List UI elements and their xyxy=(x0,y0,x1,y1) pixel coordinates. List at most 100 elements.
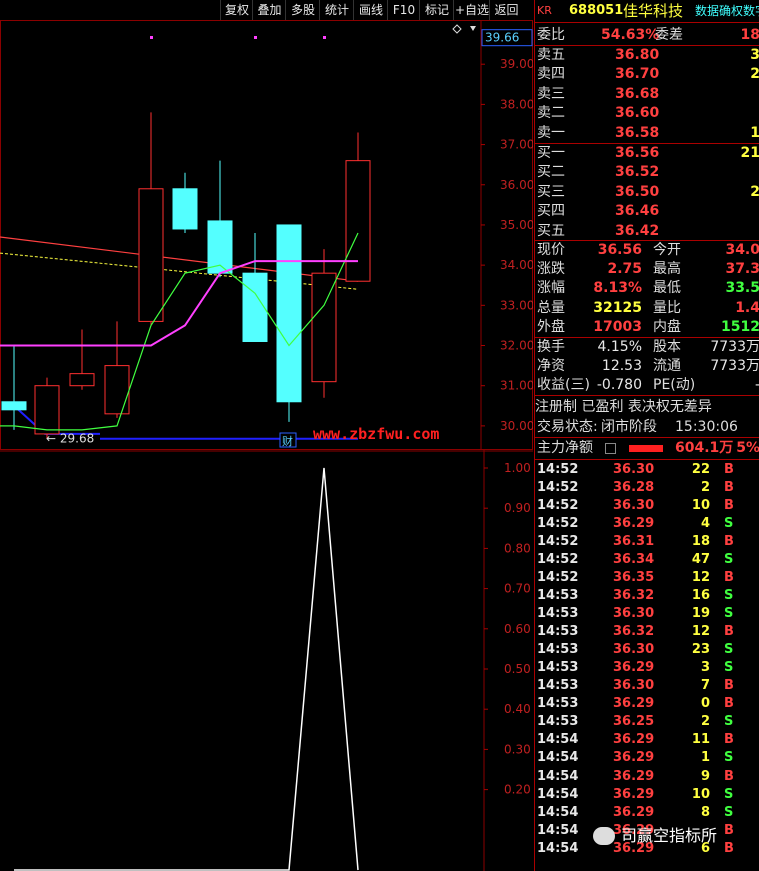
fund-label: PE(动) xyxy=(653,377,696,394)
stat-label: 外盘 xyxy=(537,318,565,335)
tick-direction: S xyxy=(724,606,734,622)
divider xyxy=(535,459,759,460)
tick-row: 14:54 36.29 1 S xyxy=(535,749,759,767)
tick-volume: 2 xyxy=(700,714,710,730)
divider xyxy=(535,395,759,396)
toolbar-button-6[interactable]: 标记 xyxy=(419,0,454,20)
trade-status-value: 闭市阶段 xyxy=(601,419,657,435)
sub-y-label: 0.50 xyxy=(504,662,531,676)
ask-row: 卖四 36.70 2 xyxy=(535,65,759,84)
watermark-text: www.zbzfwu.com xyxy=(313,425,440,443)
tick-row: 14:53 36.29 3 S xyxy=(535,659,759,677)
toolbar-button-8[interactable]: 返回 xyxy=(489,0,523,20)
candle-body xyxy=(104,365,130,415)
tick-time: 14:54 xyxy=(537,822,579,838)
quote-panel: KR 688051 佳华科技 数据确权数字 委比 54.63% 委差 18 卖五… xyxy=(534,0,759,871)
tick-volume: 9 xyxy=(700,768,710,784)
tick-price: 36.29 xyxy=(613,786,655,802)
toolbar-button-5[interactable]: F10 xyxy=(387,0,420,20)
tick-row: 14:52 36.30 22 B xyxy=(535,461,759,479)
tick-direction: B xyxy=(724,678,734,694)
ma-green-line xyxy=(13,232,359,431)
tick-price: 36.29 xyxy=(613,732,655,748)
tick-direction: S xyxy=(724,804,734,820)
tick-price: 36.28 xyxy=(613,480,655,496)
bid-label: 买三 xyxy=(537,183,565,200)
tick-row: 14:54 36.29 11 B xyxy=(535,731,759,749)
divider xyxy=(535,22,759,23)
tick-row: 14:52 36.34 47 S xyxy=(535,551,759,569)
y-axis-label: 32.00 xyxy=(500,339,533,353)
tick-direction: B xyxy=(724,696,734,712)
stat-row: 外盘 17003 内盘 1512 xyxy=(535,318,759,337)
flow-detail-icon[interactable] xyxy=(605,443,616,454)
main-flow-row[interactable]: 主力净额 604.1万 5% xyxy=(535,439,759,458)
y-axis-label: 36.00 xyxy=(500,178,533,192)
bid-row: 买四 36.46 xyxy=(535,202,759,221)
ask-volume: 2 xyxy=(750,66,759,83)
sub-y-label: 0.30 xyxy=(504,742,531,756)
y-axis-label: 33.00 xyxy=(500,298,533,312)
stat-label: 最低 xyxy=(653,280,681,297)
concept-tag[interactable]: 数据确权数字 xyxy=(695,0,759,22)
candle-body xyxy=(69,373,95,387)
stock-name: 佳华科技 xyxy=(623,2,684,20)
tick-time: 14:52 xyxy=(537,534,579,550)
toolbar-button-7[interactable]: +自选 xyxy=(453,0,490,20)
signal-dot xyxy=(323,36,326,39)
tick-price: 36.30 xyxy=(613,678,655,694)
weibi-label: 委比 xyxy=(537,27,565,43)
y-axis-label: 30.00 xyxy=(500,419,533,433)
stat-label: 量比 xyxy=(653,299,681,316)
toolbar: 复权 叠加 多股 统计 画线 F10 标记 +自选 返回 xyxy=(0,0,533,20)
weibi-row: 委比 54.63% 委差 18 xyxy=(535,26,759,45)
tick-price: 36.31 xyxy=(613,534,655,550)
tick-price: 36.29 xyxy=(613,660,655,676)
ask-volume: 3 xyxy=(750,47,759,63)
ask-price: 36.70 xyxy=(615,66,660,83)
tick-volume: 0 xyxy=(700,696,710,712)
candle-body xyxy=(345,160,371,282)
toolbar-button-0[interactable]: 复权 xyxy=(220,0,253,20)
ask-row: 卖一 36.58 1 xyxy=(535,124,759,143)
tick-time: 14:53 xyxy=(537,660,579,676)
candle-body xyxy=(242,272,268,342)
fund-row: 收益(三) -0.780 PE(动) - xyxy=(535,376,759,395)
fin-badge: 财 xyxy=(282,434,293,448)
tick-row: 14:54 36.29 10 S xyxy=(535,786,759,804)
tick-price: 36.30 xyxy=(613,462,655,477)
tick-volume: 19 xyxy=(691,606,710,622)
toolbar-button-4[interactable]: 画线 xyxy=(353,0,388,20)
toolbar-button-2[interactable]: 多股 xyxy=(285,0,320,20)
tick-direction: B xyxy=(724,570,734,586)
candlestick-chart[interactable]: 39.00 38.00 37.00 36.00 35.00 34.00 33.00 32.00… xyxy=(0,20,533,450)
stat-label: 涨幅 xyxy=(537,280,565,297)
tick-row: 14:54 36.29 9 B xyxy=(535,768,759,786)
low-marker-label: ← 29.68 xyxy=(46,432,94,446)
y-axis-label: 38.00 xyxy=(500,97,533,111)
indicator-chart[interactable]: 1.00 0.90 0.80 0.70 0.60 0.50 0.40 0.30 0.20 xyxy=(0,450,533,871)
tick-time: 14:54 xyxy=(537,732,579,748)
stat-row: 涨幅 8.13% 最低 33.5 xyxy=(535,279,759,298)
tick-volume: 12 xyxy=(691,570,710,586)
tick-direction: S xyxy=(724,516,734,532)
fund-value: 12.53 xyxy=(601,358,642,375)
wechat-icon xyxy=(593,827,615,845)
tick-price: 36.35 xyxy=(613,570,655,586)
ask-row: 卖五 36.80 3 xyxy=(535,46,759,65)
indicator-line xyxy=(14,467,359,871)
tick-price: 36.30 xyxy=(613,642,655,658)
toolbar-button-3[interactable]: 统计 xyxy=(319,0,354,20)
tick-volume: 10 xyxy=(691,498,710,514)
tick-time: 14:53 xyxy=(537,642,579,658)
sub-y-label: 0.80 xyxy=(504,541,531,555)
tick-time: 14:54 xyxy=(537,804,579,820)
ask-row: 卖二 36.60 xyxy=(535,104,759,123)
tick-price: 36.30 xyxy=(613,498,655,514)
tick-price: 36.25 xyxy=(613,714,655,730)
y-axis-label: 37.00 xyxy=(500,138,533,152)
fund-row: 净资 12.53 流通 7733万 xyxy=(535,357,759,376)
toolbar-button-1[interactable]: 叠加 xyxy=(252,0,286,20)
bid-price: 36.52 xyxy=(615,164,660,181)
fund-row: 换手 4.15% 股本 7733万 xyxy=(535,338,759,357)
